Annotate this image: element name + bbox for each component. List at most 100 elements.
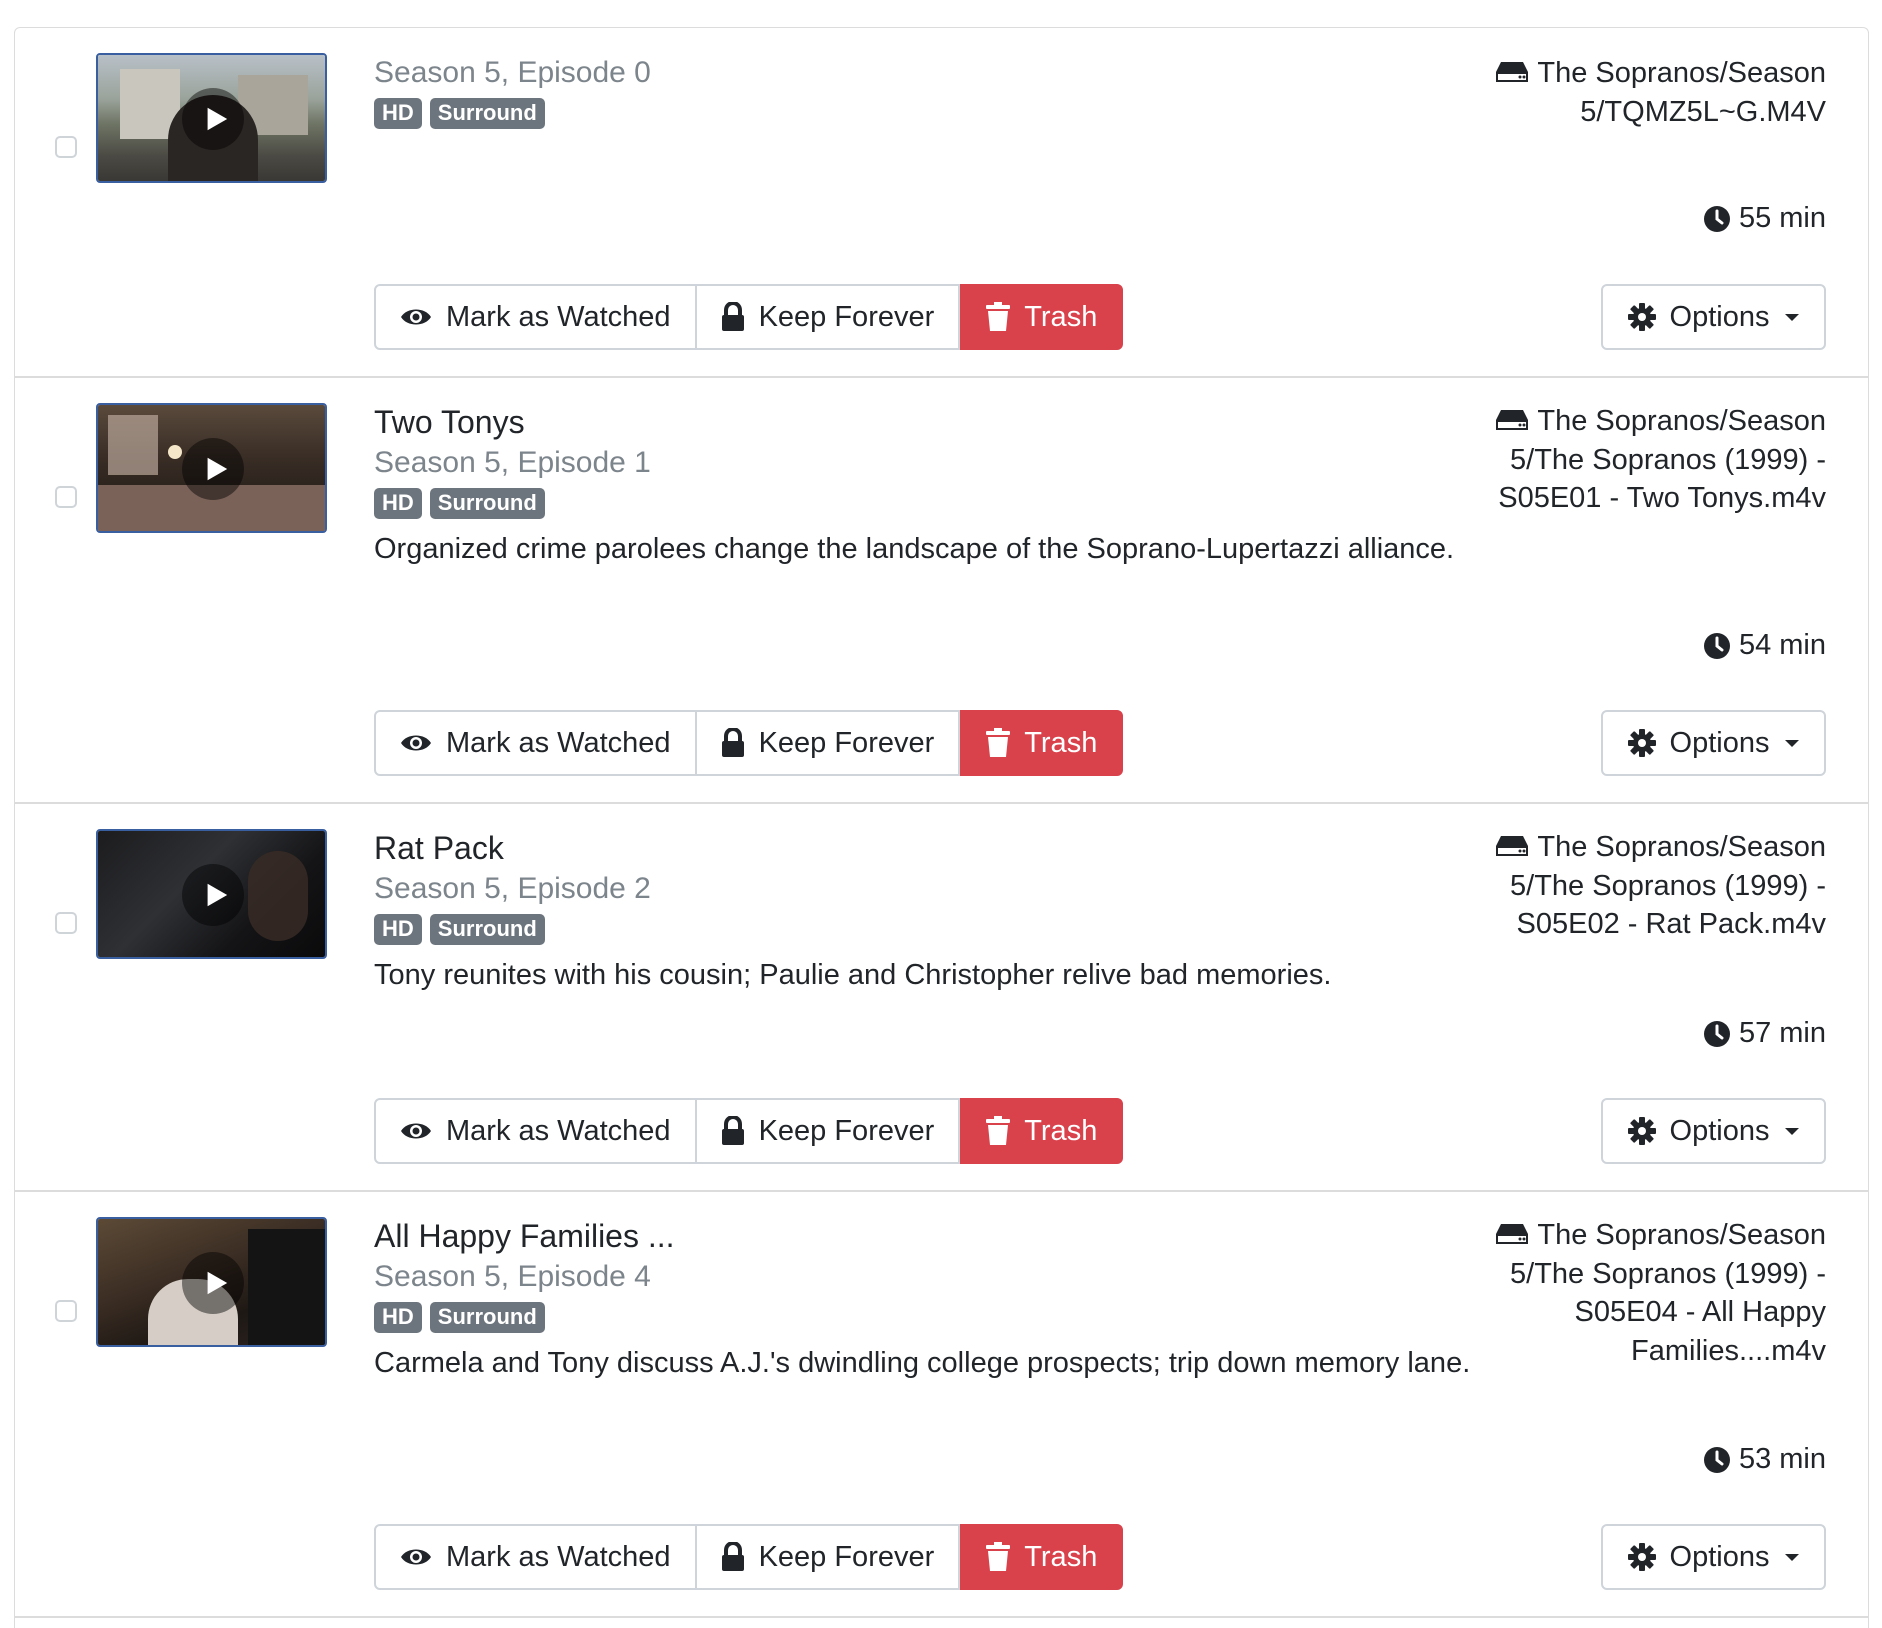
episode-thumbnail[interactable] [96, 1217, 327, 1347]
eye-icon [401, 735, 431, 751]
keep-forever-label: Keep Forever [758, 1540, 935, 1573]
chevron-down-icon [1785, 1553, 1800, 1561]
list-item: Rat Pack Season 5, Episode 2 HD Surround… [15, 804, 1868, 1192]
episode-number: Season 5, Episode 1 [374, 446, 651, 479]
file-path-text: The Sopranos/Season 5/TQMZ5L~G.M4V [1537, 57, 1826, 128]
keep-forever-button[interactable]: Keep Forever [696, 710, 961, 776]
chevron-down-icon [1785, 739, 1800, 747]
trash-button[interactable]: Trash [960, 710, 1124, 776]
options-label: Options [1669, 1114, 1770, 1147]
options-dropdown-button[interactable]: Options [1601, 1524, 1826, 1590]
play-icon[interactable] [182, 88, 244, 150]
mark-watched-button[interactable]: Mark as Watched [374, 1524, 697, 1590]
episode-number: Season 5, Episode 2 [374, 872, 651, 905]
duration: 57 min [1703, 1017, 1826, 1050]
gear-icon [1627, 1543, 1656, 1571]
hdd-icon [1496, 62, 1529, 82]
clock-icon [1703, 205, 1730, 232]
options-label: Options [1669, 300, 1770, 333]
trash-label: Trash [1024, 300, 1098, 333]
play-icon[interactable] [182, 864, 244, 926]
chevron-down-icon [1785, 1127, 1800, 1135]
episode-thumbnail[interactable] [96, 829, 327, 959]
file-path: The Sopranos/Season 5/The Sopranos (1999… [1446, 402, 1826, 518]
select-checkbox[interactable] [55, 486, 77, 508]
episode-description: Tony reunites with his cousin; Paulie an… [374, 959, 1332, 991]
mark-watched-button[interactable]: Mark as Watched [374, 1098, 697, 1164]
action-button-group: Mark as Watched Keep Forever Trash [374, 1098, 1124, 1164]
keep-forever-button[interactable]: Keep Forever [696, 1524, 961, 1590]
trash-button[interactable]: Trash [960, 1524, 1124, 1590]
file-path: The Sopranos/Season 5/TQMZ5L~G.M4V [1446, 54, 1826, 131]
duration-text: 57 min [1738, 1017, 1826, 1049]
badge-group: HD Surround [374, 488, 545, 519]
episode-number: Season 5, Episode 0 [374, 56, 651, 89]
duration-text: 54 min [1738, 629, 1826, 661]
hd-badge: HD [374, 1302, 422, 1333]
trash-icon [986, 728, 1011, 757]
play-icon[interactable] [182, 438, 244, 500]
action-button-group: Mark as Watched Keep Forever Trash [374, 1524, 1124, 1590]
duration: 53 min [1703, 1443, 1826, 1476]
duration: 55 min [1703, 202, 1826, 235]
play-icon[interactable] [182, 1252, 244, 1314]
episode-title[interactable]: Rat Pack [374, 830, 504, 867]
mark-watched-button[interactable]: Mark as Watched [374, 710, 697, 776]
options-dropdown-button[interactable]: Options [1601, 284, 1826, 350]
duration: 54 min [1703, 629, 1826, 662]
list-item: Season 5, Episode 0 HD Surround The Sopr… [15, 28, 1868, 378]
episode-thumbnail[interactable] [96, 403, 327, 533]
trash-label: Trash [1024, 726, 1098, 759]
lock-icon [721, 1116, 744, 1145]
list-item: Two Tonys Season 5, Episode 1 HD Surroun… [15, 378, 1868, 804]
keep-forever-label: Keep Forever [758, 300, 935, 333]
action-button-group: Mark as Watched Keep Forever Trash [374, 284, 1124, 350]
options-label: Options [1669, 1540, 1770, 1573]
trash-label: Trash [1024, 1540, 1098, 1573]
eye-icon [401, 1549, 431, 1565]
duration-text: 53 min [1738, 1443, 1826, 1475]
mark-watched-button[interactable]: Mark as Watched [374, 284, 697, 350]
surround-badge: Surround [429, 1302, 545, 1333]
hdd-icon [1496, 410, 1529, 430]
episode-title[interactable]: Two Tonys [374, 404, 525, 441]
clock-icon [1703, 1020, 1730, 1047]
keep-forever-button[interactable]: Keep Forever [696, 1098, 961, 1164]
episode-list: Season 5, Episode 0 HD Surround The Sopr… [14, 27, 1869, 1628]
trash-button[interactable]: Trash [960, 1098, 1124, 1164]
trash-label: Trash [1024, 1114, 1098, 1147]
hd-badge: HD [374, 98, 422, 129]
mark-watched-label: Mark as Watched [446, 1114, 671, 1147]
chevron-down-icon [1785, 313, 1800, 321]
options-dropdown-button[interactable]: Options [1601, 710, 1826, 776]
file-path-text: The Sopranos/Season 5/The Sopranos (1999… [1510, 831, 1826, 940]
surround-badge: Surround [429, 488, 545, 519]
trash-icon [986, 1116, 1011, 1145]
gear-icon [1627, 1117, 1656, 1145]
select-checkbox[interactable] [55, 1300, 77, 1322]
file-path: The Sopranos/Season 5/The Sopranos (1999… [1446, 1216, 1826, 1370]
select-checkbox[interactable] [55, 912, 77, 934]
surround-badge: Surround [429, 98, 545, 129]
hdd-icon [1496, 1224, 1529, 1244]
keep-forever-label: Keep Forever [758, 1114, 935, 1147]
hd-badge: HD [374, 488, 422, 519]
lock-icon [721, 302, 744, 331]
hdd-icon [1496, 836, 1529, 856]
keep-forever-button[interactable]: Keep Forever [696, 284, 961, 350]
episode-title[interactable]: All Happy Families ... [374, 1218, 675, 1255]
eye-icon [401, 309, 431, 325]
duration-text: 55 min [1738, 202, 1826, 234]
clock-icon [1703, 632, 1730, 659]
trash-icon [986, 1542, 1011, 1571]
episode-description: Carmela and Tony discuss A.J.'s dwindlin… [374, 1347, 1471, 1379]
gear-icon [1627, 303, 1656, 331]
options-dropdown-button[interactable]: Options [1601, 1098, 1826, 1164]
badge-group: HD Surround [374, 914, 545, 945]
episode-description: Organized crime parolees change the land… [374, 533, 1455, 565]
episode-thumbnail[interactable] [96, 53, 327, 183]
episode-number: Season 5, Episode 4 [374, 1260, 651, 1293]
select-checkbox[interactable] [55, 136, 77, 158]
trash-button[interactable]: Trash [960, 284, 1124, 350]
badge-group: HD Surround [374, 98, 545, 129]
